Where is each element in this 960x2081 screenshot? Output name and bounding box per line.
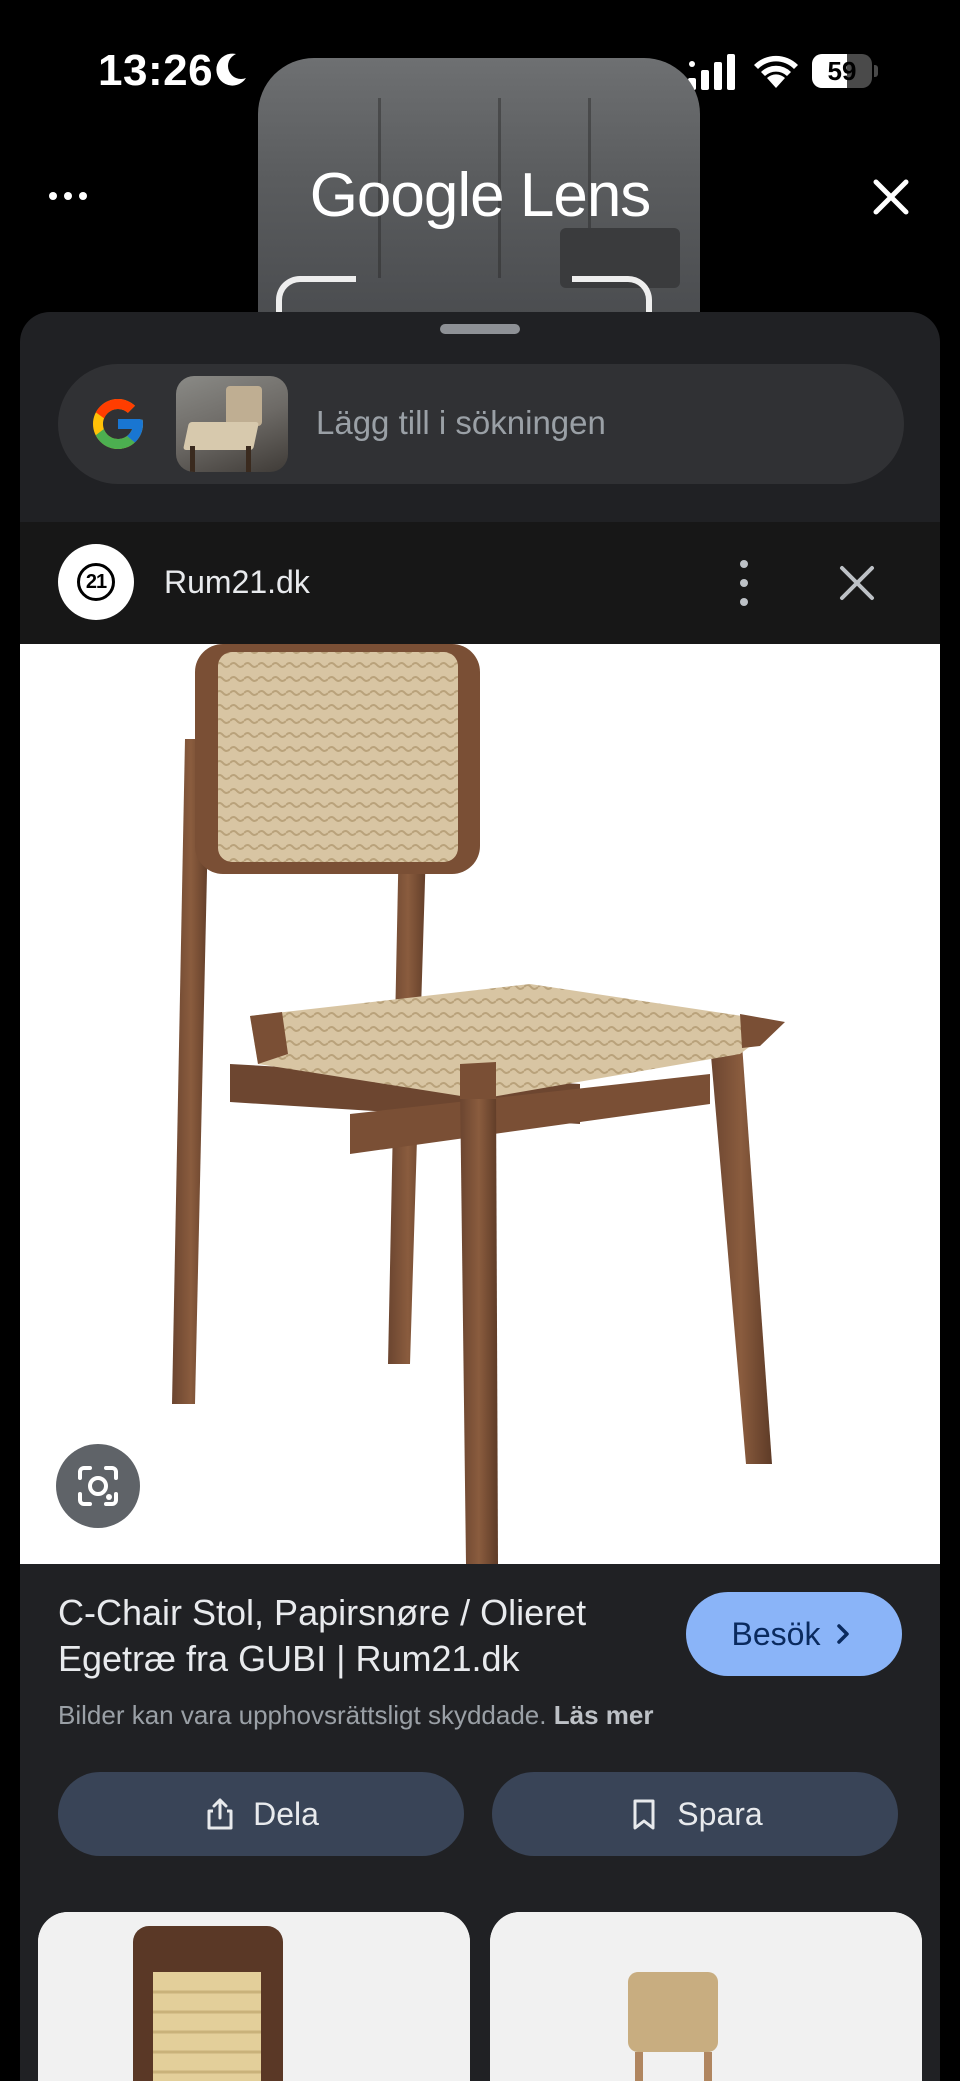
battery-icon: 59	[812, 54, 878, 88]
lens-camera-icon	[78, 1466, 118, 1506]
title-product: Lens	[519, 161, 651, 230]
google-logo-icon	[93, 399, 143, 449]
title-brand: Google	[309, 161, 505, 230]
results-sheet: Lägg till i sökningen 21 Rum21.dk C-Chai…	[20, 312, 940, 2081]
search-bar[interactable]: Lägg till i sökningen	[58, 364, 904, 484]
copyright-notice: Bilder kan vara upphovsrättsligt skyddad…	[58, 1700, 653, 1731]
moon-icon	[216, 53, 246, 86]
save-button[interactable]: Spara	[492, 1772, 898, 1856]
source-logo-text: 21	[77, 563, 115, 601]
chair-illustration	[172, 644, 785, 1564]
related-result-card[interactable]	[490, 1912, 922, 2081]
battery-level: 59	[827, 56, 857, 86]
visit-label: Besök	[731, 1615, 821, 1652]
share-button[interactable]: Dela	[58, 1772, 464, 1856]
lens-search-button[interactable]	[56, 1444, 140, 1528]
result-image[interactable]	[20, 644, 940, 1564]
drag-handle[interactable]	[440, 324, 520, 334]
search-input[interactable]: Lägg till i sökningen	[316, 404, 606, 442]
copyright-text: Bilder kan vara upphovsrättsligt skyddad…	[58, 1700, 547, 1730]
close-icon[interactable]	[866, 172, 916, 222]
share-icon	[207, 1798, 233, 1830]
related-chair-image	[490, 1912, 922, 2081]
source-name[interactable]: Rum21.dk	[164, 564, 310, 601]
related-result-card[interactable]	[38, 1912, 470, 2081]
result-title[interactable]: C-Chair Stol, Papirsnøre / Olieret Egetr…	[58, 1590, 658, 1682]
save-label: Spara	[677, 1795, 763, 1832]
status-time: 13:26	[98, 46, 214, 95]
wifi-icon	[754, 55, 798, 88]
visit-button[interactable]: Besök	[686, 1592, 902, 1676]
read-more-link[interactable]: Läs mer	[554, 1700, 654, 1730]
chevron-right-icon	[837, 1624, 850, 1644]
share-label: Dela	[253, 1795, 319, 1832]
related-chair-image	[38, 1912, 470, 2081]
cellular-signal-icon	[688, 54, 735, 90]
bookmark-icon	[633, 1799, 655, 1830]
page-title: Google Lens	[0, 160, 960, 231]
source-header: 21 Rum21.dk	[20, 522, 940, 644]
more-vert-icon[interactable]	[734, 560, 754, 606]
search-image-thumbnail[interactable]	[176, 376, 288, 472]
close-result-icon[interactable]	[836, 562, 878, 604]
source-logo: 21	[58, 544, 134, 620]
